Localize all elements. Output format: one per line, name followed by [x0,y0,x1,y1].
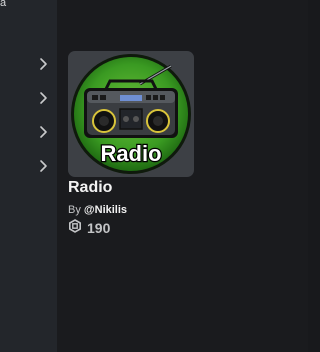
thumbnail-label-text: Radio [100,141,161,166]
price-value: 190 [87,220,111,236]
sidebar-expand-chevron-icon[interactable] [38,57,48,71]
item-thumbnail[interactable]: Radio [68,51,194,177]
robux-icon [68,218,82,238]
sidebar-expand-chevron-icon[interactable] [38,159,48,173]
creator-link[interactable]: @Nikilis [84,204,127,216]
price-row: 190 [68,218,111,238]
sidebar-expand-chevron-icon[interactable] [38,91,48,105]
page: a Radio Radio By @Nikilis 190 [0,0,308,352]
radio-boombox-image: Radio [71,54,191,174]
sidebar: a [0,0,57,352]
by-prefix: By [68,204,81,216]
item-name[interactable]: Radio [68,178,112,198]
sidebar-expand-chevron-icon[interactable] [38,125,48,139]
sidebar-text-fragment: a [0,0,7,9]
creator-line: By @Nikilis [68,203,127,217]
